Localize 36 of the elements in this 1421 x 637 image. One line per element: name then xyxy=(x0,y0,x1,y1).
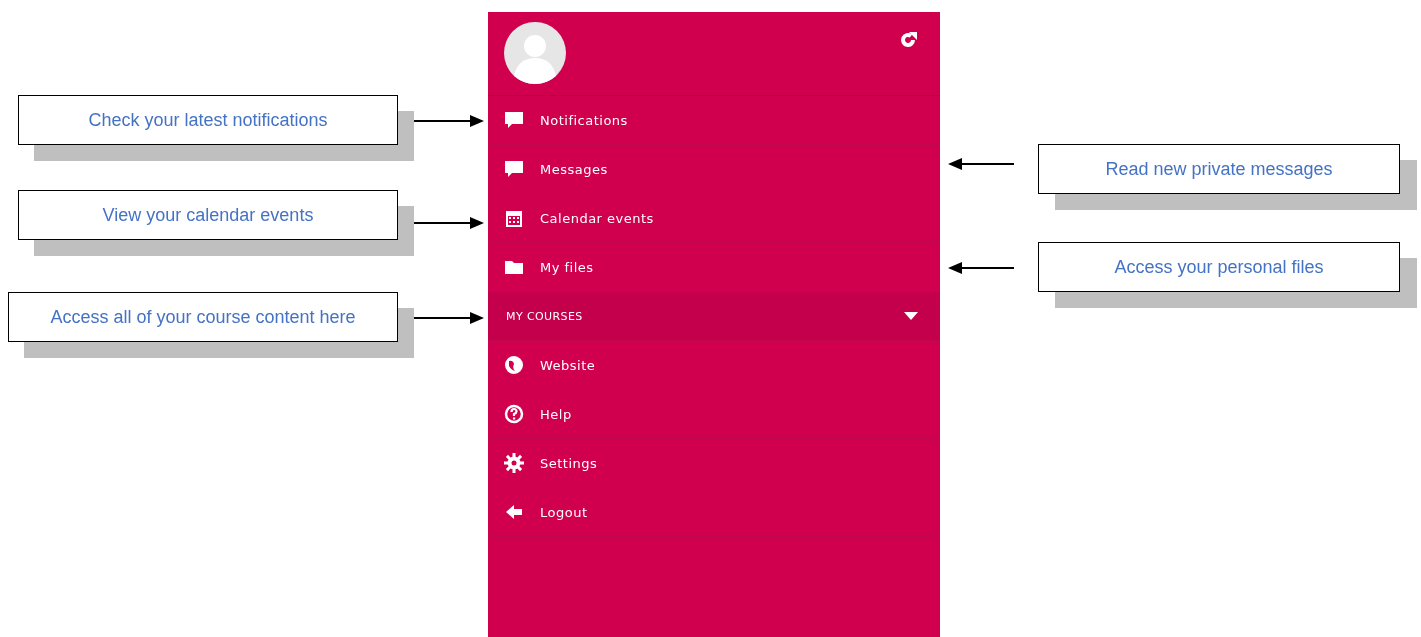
arrow xyxy=(414,217,484,229)
menu-item[interactable]: Logout xyxy=(488,488,940,537)
menu-item-label: Website xyxy=(540,357,596,373)
menu-item[interactable]: Help xyxy=(488,390,940,439)
arrow xyxy=(948,158,1014,170)
arrow-left-icon xyxy=(504,502,524,522)
menu-item-label: Logout xyxy=(540,504,588,520)
menu-item[interactable]: Website xyxy=(488,341,940,390)
arrow xyxy=(414,115,484,127)
menu-item[interactable]: Messages xyxy=(488,145,940,194)
arrow xyxy=(948,262,1014,274)
menu-item[interactable]: Notifications xyxy=(488,96,940,145)
menu-item-label: Help xyxy=(540,406,572,422)
caret-icon xyxy=(904,312,918,320)
menu-item-label: My files xyxy=(540,259,594,275)
arrow xyxy=(414,312,484,324)
help-icon xyxy=(504,404,524,424)
refresh-icon[interactable] xyxy=(898,30,918,50)
menu-item-label: Notifications xyxy=(540,112,628,128)
settings-icon xyxy=(504,453,524,473)
speech-bubble-icon xyxy=(504,110,524,130)
callout-box: Check your latest notifications xyxy=(18,95,398,145)
calendar-icon xyxy=(504,208,524,228)
globe-icon xyxy=(504,355,524,375)
callout-box: View your calendar events xyxy=(18,190,398,240)
callout-box: Access all of your course content here xyxy=(8,292,398,342)
callout-box: Read new private messages xyxy=(1038,144,1400,194)
menu-item-label: Calendar events xyxy=(540,210,654,226)
menu-item-label: Messages xyxy=(540,161,608,177)
callout-box: Access your personal files xyxy=(1038,242,1400,292)
section-header[interactable]: MY COURSES xyxy=(488,292,940,341)
menu-item-label: Settings xyxy=(540,455,598,471)
menu-item[interactable]: Calendar events xyxy=(488,194,940,243)
menu-item[interactable]: Settings xyxy=(488,439,940,488)
speech-bubble-icon xyxy=(504,159,524,179)
section-label: MY COURSES xyxy=(505,309,583,323)
